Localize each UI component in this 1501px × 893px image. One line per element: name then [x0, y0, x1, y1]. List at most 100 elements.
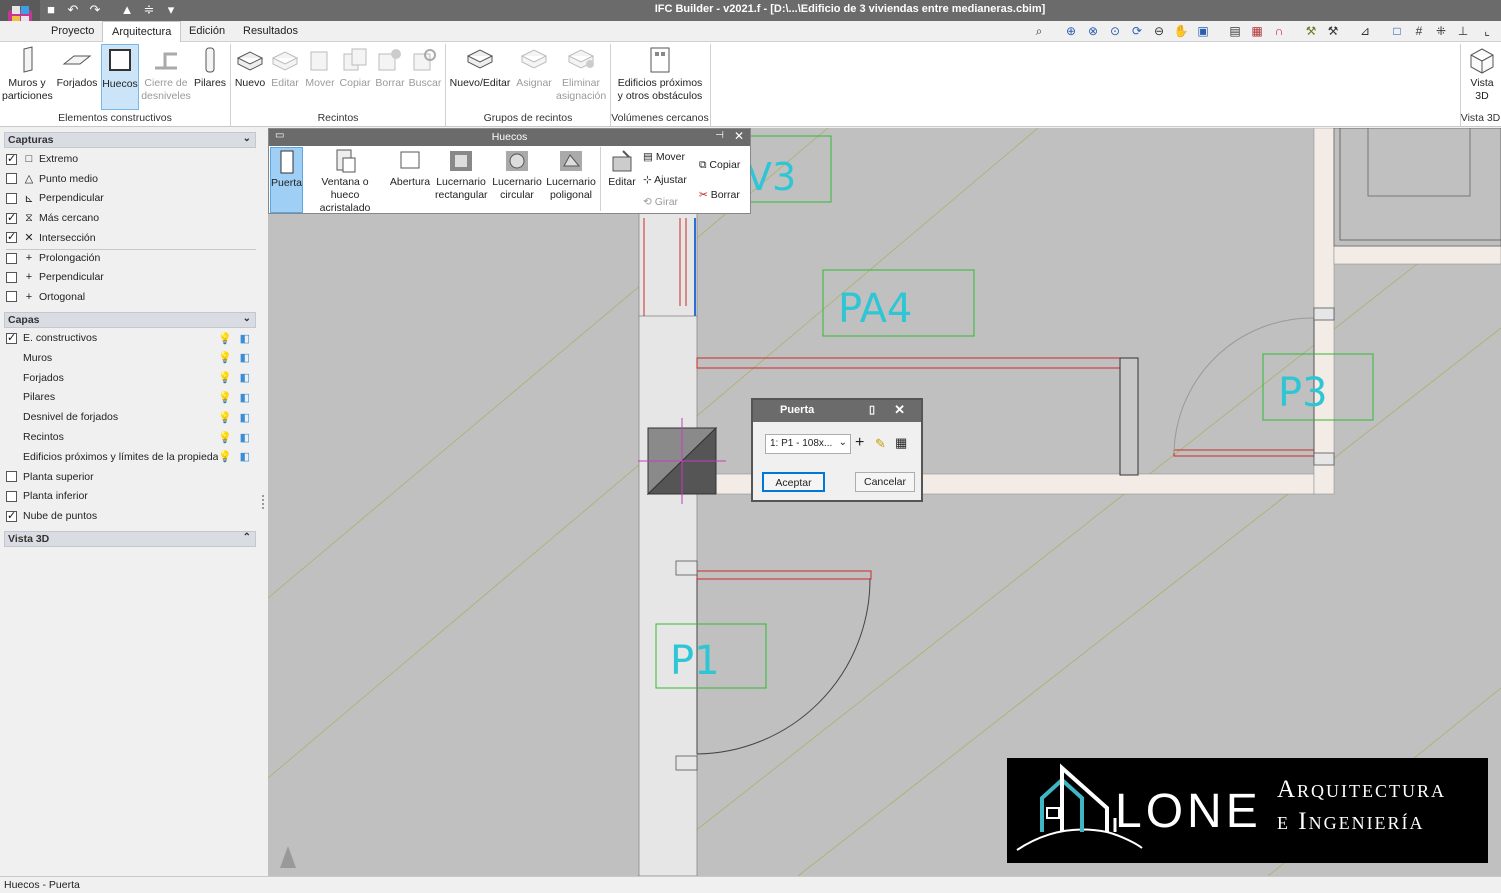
search-icon[interactable]: ⌕ — [1030, 24, 1048, 40]
dropdown-icon[interactable]: ▾ — [162, 2, 180, 18]
recinto-nuevo-button[interactable]: Nuevo — [234, 44, 266, 90]
bulb-icon[interactable]: 💡 — [218, 371, 232, 384]
view-coords-icon[interactable]: ⌞ — [1478, 24, 1496, 40]
recinto-copiar-button[interactable]: Copiar — [338, 44, 372, 90]
capas-item[interactable]: Edificios próximos y límites de la propi… — [6, 448, 256, 466]
vista3d-header[interactable]: Vista 3D ⌃ — [4, 531, 256, 547]
checkbox[interactable] — [6, 211, 17, 224]
capturas-item[interactable]: □ Extremo — [6, 150, 256, 168]
zoom-window-icon[interactable]: ⊕ — [1062, 24, 1080, 40]
recinto-mover-button[interactable]: Mover — [304, 44, 336, 90]
copiar-tool-button[interactable]: ⧉ Copiar — [699, 159, 740, 172]
pin-icon[interactable]: ⊣ — [715, 130, 724, 141]
cube-icon[interactable]: ◧ — [240, 332, 250, 345]
recinto-buscar-button[interactable]: Buscar — [408, 44, 442, 90]
lucernario-poligonal-button[interactable]: Lucernario poligonal — [546, 147, 596, 202]
cube-icon[interactable]: ◧ — [240, 450, 250, 463]
cube-icon[interactable]: ◧ — [240, 371, 250, 384]
checkbox[interactable] — [6, 471, 17, 483]
checkbox[interactable] — [6, 509, 17, 522]
capturas-item[interactable]: + Prolongación — [6, 248, 256, 267]
bulb-icon[interactable]: 💡 — [218, 411, 232, 424]
puerta-tool-button[interactable]: Puerta — [270, 147, 303, 213]
pilares-button[interactable]: Pilares — [193, 44, 227, 90]
level-icon[interactable]: ≑ — [140, 2, 158, 18]
tab-resultados[interactable]: Resultados — [234, 21, 307, 42]
save-icon[interactable]: ■ — [42, 2, 60, 17]
tab-edicion[interactable]: Edición — [180, 21, 234, 42]
cierre-desniveles-button[interactable]: Cierre de desniveles — [141, 44, 191, 103]
cube-icon[interactable]: ◧ — [240, 431, 250, 444]
layers-icon[interactable]: ▤ — [1226, 24, 1244, 40]
huecos-button[interactable]: Huecos — [101, 44, 139, 110]
capas-item[interactable]: Planta superior — [6, 468, 256, 486]
bulb-icon[interactable]: 💡 — [218, 391, 232, 404]
vista3d-button[interactable]: Vista 3D — [1464, 44, 1500, 103]
book-icon[interactable]: ▯ — [869, 403, 875, 416]
capas-item[interactable]: E. constructivos 💡 ◧ — [6, 329, 256, 347]
snap-tool-icon[interactable]: ⚒ — [1302, 24, 1320, 40]
grid-icon[interactable]: ▦ — [1248, 24, 1266, 40]
view-grid-icon[interactable]: # — [1410, 24, 1428, 40]
undo-icon[interactable]: ↶ — [64, 2, 82, 18]
close-icon[interactable]: ✕ — [734, 129, 744, 143]
capturas-item[interactable]: ⊾ Perpendicular — [6, 189, 256, 207]
bulb-icon[interactable]: 💡 — [218, 450, 232, 463]
plus-icon[interactable]: + — [855, 434, 864, 452]
checkbox[interactable] — [6, 331, 17, 344]
checkbox[interactable] — [6, 173, 17, 185]
refresh-icon[interactable]: ⟳ — [1128, 24, 1146, 40]
puerta-title-bar[interactable]: Puerta ▯ ✕ — [753, 400, 921, 422]
cube-icon[interactable]: ◧ — [240, 351, 250, 364]
bulb-icon[interactable]: 💡 — [218, 431, 232, 444]
table-icon[interactable]: ▦ — [895, 435, 907, 451]
capturas-item[interactable]: + Perpendicular — [6, 268, 256, 286]
snap-tool2-icon[interactable]: ⚒ — [1324, 24, 1342, 40]
grupo-asignar-button[interactable]: Asignar — [514, 44, 554, 90]
zoom-extents-icon[interactable]: ⊗ — [1084, 24, 1102, 40]
pan-icon[interactable]: ✋ — [1172, 24, 1190, 40]
lucernario-rectangular-button[interactable]: Lucernario rectangular — [435, 147, 488, 202]
cube-icon[interactable]: ◧ — [240, 391, 250, 404]
panel-splitter[interactable] — [262, 495, 266, 509]
grupo-nuevo-editar-button[interactable]: Nuevo/Editar — [448, 44, 512, 90]
checkbox[interactable] — [6, 271, 17, 283]
zoom-out-icon[interactable]: ⊖ — [1150, 24, 1168, 40]
view-frame-icon[interactable]: □ — [1388, 24, 1406, 40]
up-icon[interactable]: ▲ — [118, 2, 136, 17]
capturas-header[interactable]: Capturas ⌄ — [4, 132, 256, 148]
checkbox[interactable] — [6, 152, 17, 165]
capas-item[interactable]: Desnivel de forjados 💡 ◧ — [6, 408, 256, 426]
abertura-tool-button[interactable]: Abertura — [388, 147, 432, 189]
checkbox[interactable] — [6, 230, 17, 244]
borrar-tool-button[interactable]: ✂ Borrar — [699, 189, 740, 201]
capas-item[interactable]: Forjados 💡 ◧ — [6, 369, 256, 387]
mover-tool-button[interactable]: ▤ Mover — [643, 151, 685, 163]
magnet-icon[interactable]: ∩ — [1270, 24, 1288, 40]
checkbox[interactable] — [6, 192, 17, 204]
measure-icon[interactable]: ⊿ — [1356, 24, 1374, 40]
girar-tool-button[interactable]: ⟲ Girar — [643, 196, 678, 208]
checkbox[interactable] — [6, 490, 17, 502]
ajustar-tool-button[interactable]: ⊹ Ajustar — [643, 174, 687, 186]
recinto-editar-button[interactable]: Editar — [268, 44, 302, 90]
aceptar-button[interactable]: Aceptar — [762, 472, 825, 492]
capas-item[interactable]: Pilares 💡 ◧ — [6, 388, 256, 406]
capturas-item[interactable]: ✕ Intersección — [6, 229, 256, 247]
checkbox[interactable] — [6, 252, 17, 264]
capas-item[interactable]: Recintos 💡 ◧ — [6, 428, 256, 446]
door-type-select[interactable]: 1: P1 - 108x... ⌄ — [765, 434, 851, 454]
ventana-tool-button[interactable]: Ventana o hueco acristalado — [306, 147, 384, 215]
forjados-button[interactable]: Forjados — [54, 44, 100, 90]
capturas-item[interactable]: ⧖ Más cercano — [6, 209, 256, 227]
view-axis-icon[interactable]: ⊥ — [1454, 24, 1472, 40]
tab-proyecto[interactable]: Proyecto — [42, 21, 103, 42]
zoom-in-icon[interactable]: ⊙ — [1106, 24, 1124, 40]
pencil-icon[interactable]: ✎ — [875, 436, 886, 452]
lucernario-circular-button[interactable]: Lucernario circular — [490, 147, 544, 202]
cancelar-button[interactable]: Cancelar — [855, 472, 915, 492]
bulb-icon[interactable]: 💡 — [218, 332, 232, 345]
edificios-proximos-button[interactable]: Edificios próximos y otros obstáculos — [614, 44, 706, 103]
redo-icon[interactable]: ↷ — [86, 2, 104, 18]
capas-item[interactable]: Planta inferior — [6, 487, 256, 505]
